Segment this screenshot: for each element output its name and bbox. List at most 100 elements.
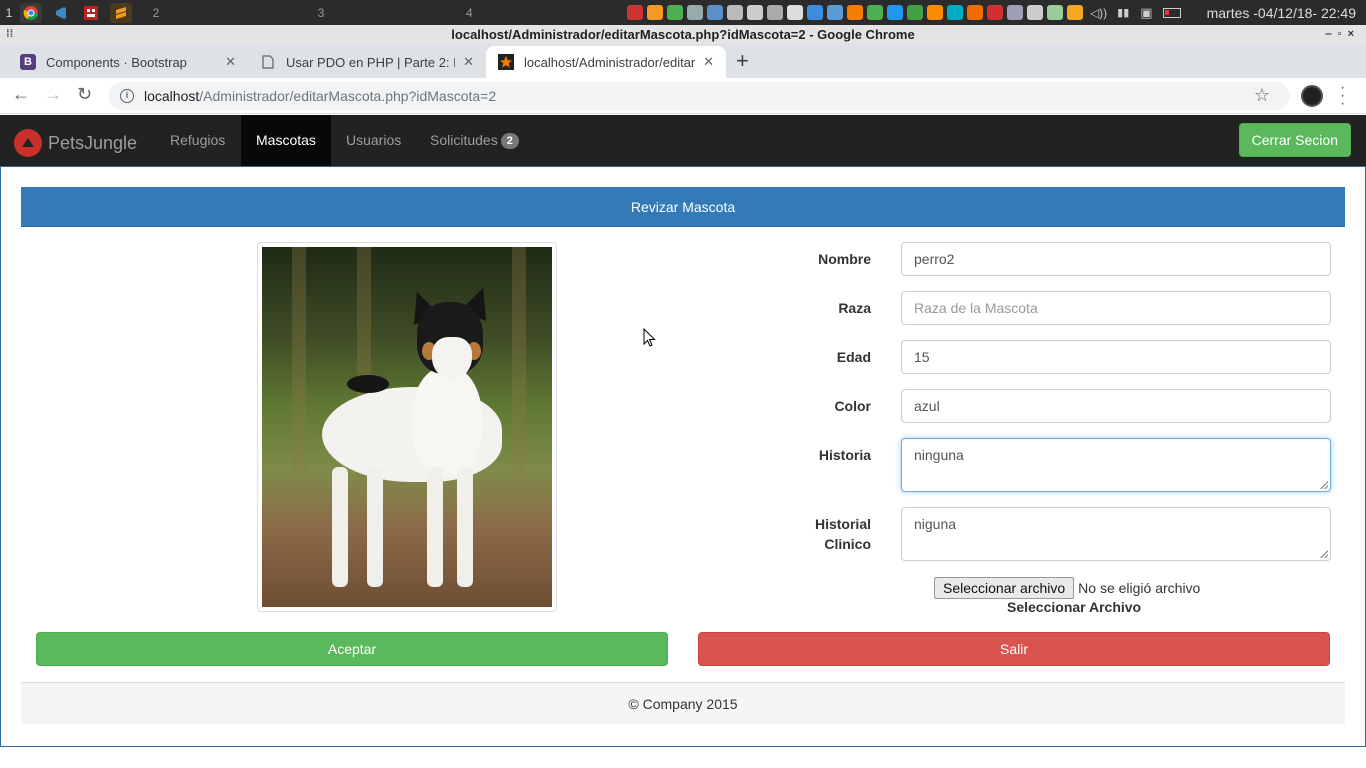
tray-sync-icon[interactable] [866, 5, 883, 20]
tab-pdo-php[interactable]: Usar PDO en PHP | Parte 2: I ✕ [248, 46, 486, 78]
tray-game-icon[interactable] [1046, 5, 1063, 20]
pet-photo-frame [257, 242, 557, 612]
accept-button[interactable]: Aceptar [36, 632, 668, 666]
tray-m-icon[interactable] [986, 5, 1003, 20]
tray-settings-icon[interactable] [1066, 5, 1083, 20]
historial-clinico-textarea[interactable]: niguna [901, 507, 1331, 561]
historial-value: niguna [914, 516, 957, 532]
tab-close-icon[interactable]: ✕ [703, 54, 714, 70]
panel-heading: Revizar Mascota [21, 187, 1345, 227]
reload-icon[interactable]: ↻ [77, 84, 92, 105]
tray-blender-icon[interactable] [966, 5, 983, 20]
tray-g-icon[interactable] [846, 5, 863, 20]
exit-button[interactable]: Salir [698, 632, 1330, 666]
main-container: Revizar Mascota Nombre perro2 Raza Raza [0, 166, 1366, 747]
address-bar[interactable]: i localhost/Administrador/editarMascota.… [108, 82, 1290, 110]
raza-label: Raza [838, 300, 871, 316]
tab-bootstrap[interactable]: B Components · Bootstrap ✕ [8, 46, 248, 78]
window-title: localhost/Administrador/editarMascota.ph… [451, 27, 915, 42]
tab-title: localhost/Administrador/editar [524, 54, 696, 70]
brand[interactable]: PetsJungle [14, 129, 137, 157]
bookmark-star-icon[interactable]: ☆ [1254, 85, 1270, 106]
color-input[interactable]: azul [901, 389, 1331, 423]
brand-name: PetsJungle [48, 132, 138, 153]
workspace-1[interactable]: 1 [2, 6, 16, 20]
browser-toolbar: ← → ↻ i localhost/Administrador/editarMa… [0, 78, 1366, 114]
color-label: Color [834, 398, 871, 414]
app-grid-icon[interactable] [80, 3, 102, 23]
tray-keyboard-icon[interactable] [1026, 5, 1043, 20]
tab-strip: B Components · Bootstrap ✕ Usar PDO en P… [0, 44, 1366, 78]
nav-mascotas[interactable]: Mascotas [241, 115, 331, 166]
tab-title: Components · Bootstrap [46, 54, 187, 70]
edad-input[interactable]: 15 [901, 340, 1331, 374]
resize-handle-icon[interactable] [1320, 550, 1328, 558]
tab-close-icon[interactable]: ✕ [225, 54, 236, 70]
edad-label: Edad [836, 349, 871, 365]
volume-icon[interactable]: ◁)) [1090, 6, 1107, 20]
nav-refugios[interactable]: Refugios [155, 115, 240, 166]
tray-mail-icon[interactable] [686, 5, 703, 20]
resize-handle-icon[interactable] [1320, 481, 1328, 489]
app-navbar: PetsJungle Refugios Mascotas Usuarios So… [0, 115, 1366, 166]
bootstrap-favicon-icon: B [20, 54, 36, 70]
tab-editar-mascota[interactable]: localhost/Administrador/editar ✕ [486, 46, 726, 78]
profile-avatar[interactable] [1301, 85, 1323, 107]
browser-menu-icon[interactable]: · · · [1340, 80, 1345, 112]
mouse-cursor-icon [643, 328, 656, 347]
site-info-icon[interactable]: i [120, 89, 134, 103]
tray-p-icon[interactable] [926, 5, 943, 20]
vscode-app-icon[interactable] [50, 3, 72, 23]
clipboard-icon[interactable]: ▣ [1140, 5, 1152, 21]
raza-input[interactable]: Raza de la Mascota [901, 291, 1331, 325]
tray-diamond-icon[interactable] [1006, 5, 1023, 20]
tray-grid-icon[interactable] [806, 5, 823, 20]
petsjungle-logo-icon [14, 129, 42, 157]
historial-label-line1: Historial [814, 516, 871, 532]
new-tab-icon[interactable]: + [736, 50, 749, 72]
nombre-label: Nombre [818, 251, 871, 267]
historia-value: ninguna [914, 447, 964, 463]
os-taskbar: 1 2 3 4 ◁)) ▮▮ ▣ martes -04/12/18- 22:49 [0, 0, 1366, 25]
chrome-app-icon[interactable] [20, 2, 42, 23]
page-favicon-icon [260, 54, 276, 70]
star-favicon-icon [498, 54, 514, 70]
tray-sublime-icon[interactable] [646, 5, 663, 20]
pet-photo [262, 247, 552, 607]
tray-cube-icon[interactable] [826, 5, 843, 20]
tab-close-icon[interactable]: ✕ [463, 54, 474, 70]
sublime-app-icon[interactable] [110, 2, 132, 23]
file-caption: Seleccionar Archivo [1007, 599, 1142, 615]
back-icon[interactable]: ← [12, 84, 30, 105]
forward-icon[interactable]: → [44, 84, 62, 105]
tray-files-icon[interactable] [766, 5, 783, 20]
solicitudes-badge: 2 [500, 133, 519, 149]
footer: © Company 2015 [21, 682, 1345, 724]
workspace-2[interactable]: 2 [136, 6, 176, 20]
historial-label-line2: Clinico [824, 536, 871, 552]
tray-docs-icon[interactable] [746, 5, 763, 20]
nombre-input[interactable]: perro2 [901, 242, 1331, 276]
workspace-3[interactable]: 3 [176, 6, 466, 20]
select-file-button[interactable]: Seleccionar archivo [934, 577, 1075, 599]
file-input: Seleccionar archivo No se eligió archivo [934, 577, 1200, 599]
tray-w-icon[interactable] [886, 5, 903, 20]
logout-button[interactable]: Cerrar Secion [1238, 123, 1351, 157]
tray-arduino-icon[interactable] [946, 5, 963, 20]
tray-s-icon[interactable] [906, 5, 923, 20]
nav-solicitudes-label: Solicitudes [430, 132, 498, 148]
window-grip-icon[interactable]: ⁞⁞ [6, 25, 13, 44]
window-controls[interactable]: ‒▫× [1326, 25, 1360, 44]
nav-solicitudes[interactable]: Solicitudes 2 [415, 115, 534, 166]
tray-monitor-icon[interactable] [706, 5, 723, 20]
clock[interactable]: martes -04/12/18- 22:49 [1207, 5, 1356, 21]
signal-icon[interactable]: ▮▮ [1117, 6, 1129, 19]
battery-icon[interactable] [1162, 7, 1181, 18]
tray-leaf-icon[interactable] [666, 5, 683, 20]
historial-clinico-label: Historial Clinico [701, 514, 871, 554]
tray-list-icon[interactable] [786, 5, 803, 20]
tray-app-icon[interactable] [626, 5, 643, 20]
historia-textarea[interactable]: ninguna [901, 438, 1331, 492]
nav-usuarios[interactable]: Usuarios [331, 115, 416, 166]
tray-calc-icon[interactable] [726, 5, 743, 20]
